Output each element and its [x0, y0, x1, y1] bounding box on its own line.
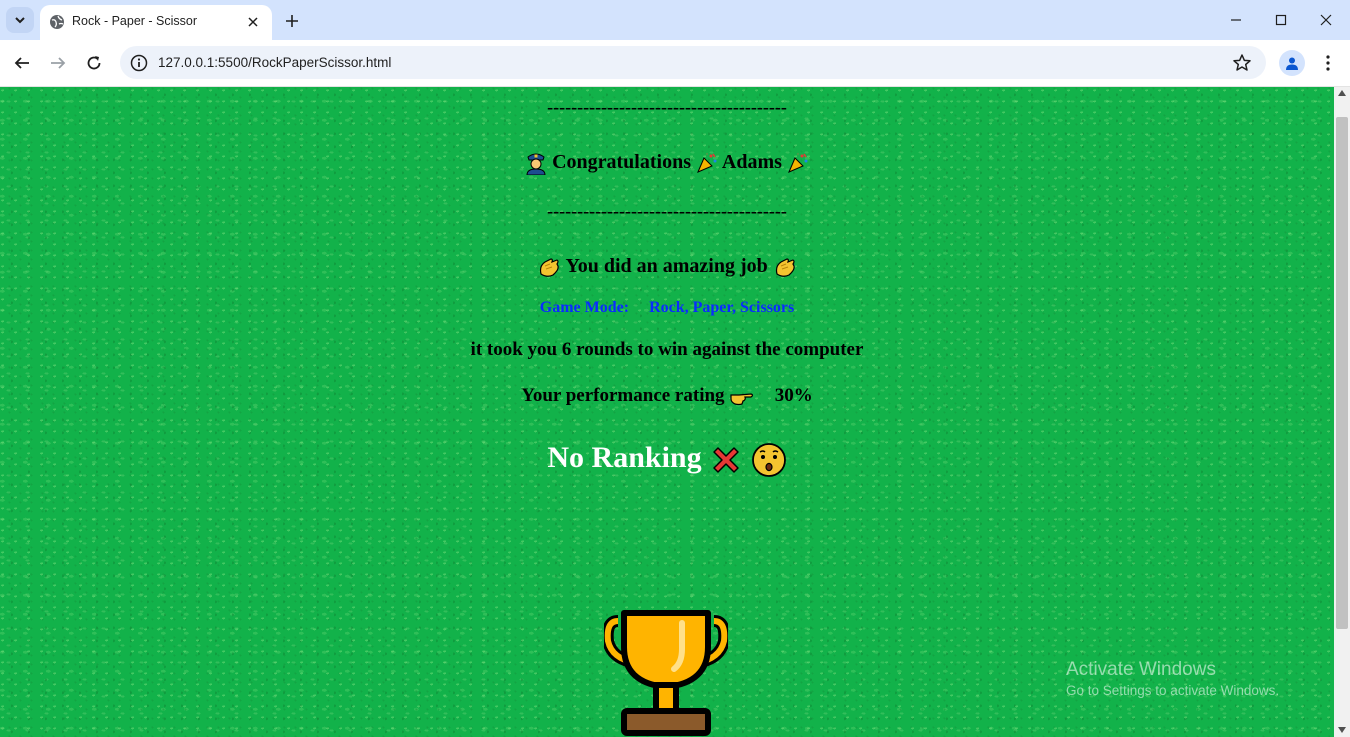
divider-bottom: ---------------------------------------- — [547, 201, 787, 221]
scroll-down-arrow[interactable] — [1338, 727, 1346, 733]
page-viewport: ----------------------------------------… — [0, 87, 1334, 737]
address-bar[interactable]: 127.0.0.1:5500/RockPaperScissor.html — [120, 46, 1266, 79]
maximize-icon — [1275, 14, 1287, 26]
pointing-right-icon — [730, 393, 754, 405]
party-popper-icon — [697, 153, 717, 174]
back-icon — [14, 57, 29, 69]
window-close-button[interactable] — [1306, 6, 1346, 34]
activate-title: Activate Windows — [1066, 659, 1216, 680]
scroll-up-arrow[interactable] — [1338, 90, 1346, 96]
window-close-icon — [1320, 14, 1332, 26]
browser-toolbar: 127.0.0.1:5500/RockPaperScissor.html — [0, 40, 1350, 87]
activate-windows-watermark: Activate Windows Go to Settings to activ… — [1066, 659, 1279, 698]
rating-line: Your performance rating 30% — [0, 385, 1334, 407]
active-tab[interactable]: Rock - Paper - Scissor — [40, 5, 272, 40]
tab-search-button[interactable] — [6, 7, 34, 33]
star-icon[interactable] — [1232, 53, 1252, 73]
globe-icon — [50, 15, 64, 29]
profile-button[interactable] — [1279, 50, 1305, 76]
congrats-label: Congratulations — [552, 151, 691, 173]
minimize-button[interactable] — [1216, 6, 1256, 34]
url-text[interactable]: 127.0.0.1:5500/RockPaperScissor.html — [158, 55, 391, 70]
close-icon — [248, 17, 258, 27]
rating-value: 30% — [774, 385, 813, 406]
hushed-face-icon — [751, 443, 786, 478]
scroll-thumb[interactable] — [1336, 117, 1348, 629]
rating-label: Your performance rating — [521, 385, 725, 406]
player-name: Adams — [721, 151, 782, 173]
ranking-line: No Ranking — [0, 441, 1334, 478]
ranking-text: No Ranking — [547, 441, 702, 474]
maximize-button[interactable] — [1261, 6, 1301, 34]
minimize-icon — [1231, 19, 1241, 21]
game-mode-line: Game Mode: Rock, Paper, Scissors — [0, 299, 1334, 317]
reload-button[interactable] — [81, 50, 107, 76]
vertical-scrollbar[interactable] — [1334, 87, 1350, 737]
game-mode-label: Game Mode: — [539, 299, 630, 316]
amazing-line: You did an amazing job — [0, 255, 1334, 278]
rounds-text: it took you 6 rounds to win against the … — [470, 339, 864, 360]
tab-list-icon — [15, 17, 25, 24]
game-mode-value: Rock, Paper, Scissors — [649, 299, 795, 316]
tab-title: Rock - Paper - Scissor — [72, 14, 198, 28]
tab-strip: Rock - Paper - Scissor — [0, 0, 1350, 40]
forward-button[interactable] — [45, 50, 71, 76]
clapping-hands-icon — [540, 258, 559, 278]
kebab-menu-icon — [1326, 55, 1330, 71]
plus-icon — [286, 15, 298, 27]
trophy-icon — [604, 610, 728, 736]
cross-mark-icon — [713, 447, 739, 473]
back-button[interactable] — [9, 50, 35, 76]
browser-menu-button[interactable] — [1316, 50, 1340, 76]
profile-icon — [1286, 57, 1298, 70]
congrats-line: Congratulations Adams — [0, 151, 1334, 176]
police-officer-icon — [526, 153, 546, 176]
forward-icon — [51, 57, 66, 69]
party-popper-icon — [787, 153, 808, 174]
info-icon[interactable] — [130, 54, 148, 72]
activate-subtitle: Go to Settings to activate Windows. — [1066, 683, 1280, 698]
reload-icon — [87, 56, 101, 70]
clapping-hands-icon — [775, 258, 795, 278]
tab-close-button[interactable] — [244, 13, 262, 31]
new-tab-button[interactable] — [281, 10, 303, 32]
divider-top: ---------------------------------------- — [547, 97, 787, 117]
amazing-text: You did an amazing job — [565, 255, 768, 277]
